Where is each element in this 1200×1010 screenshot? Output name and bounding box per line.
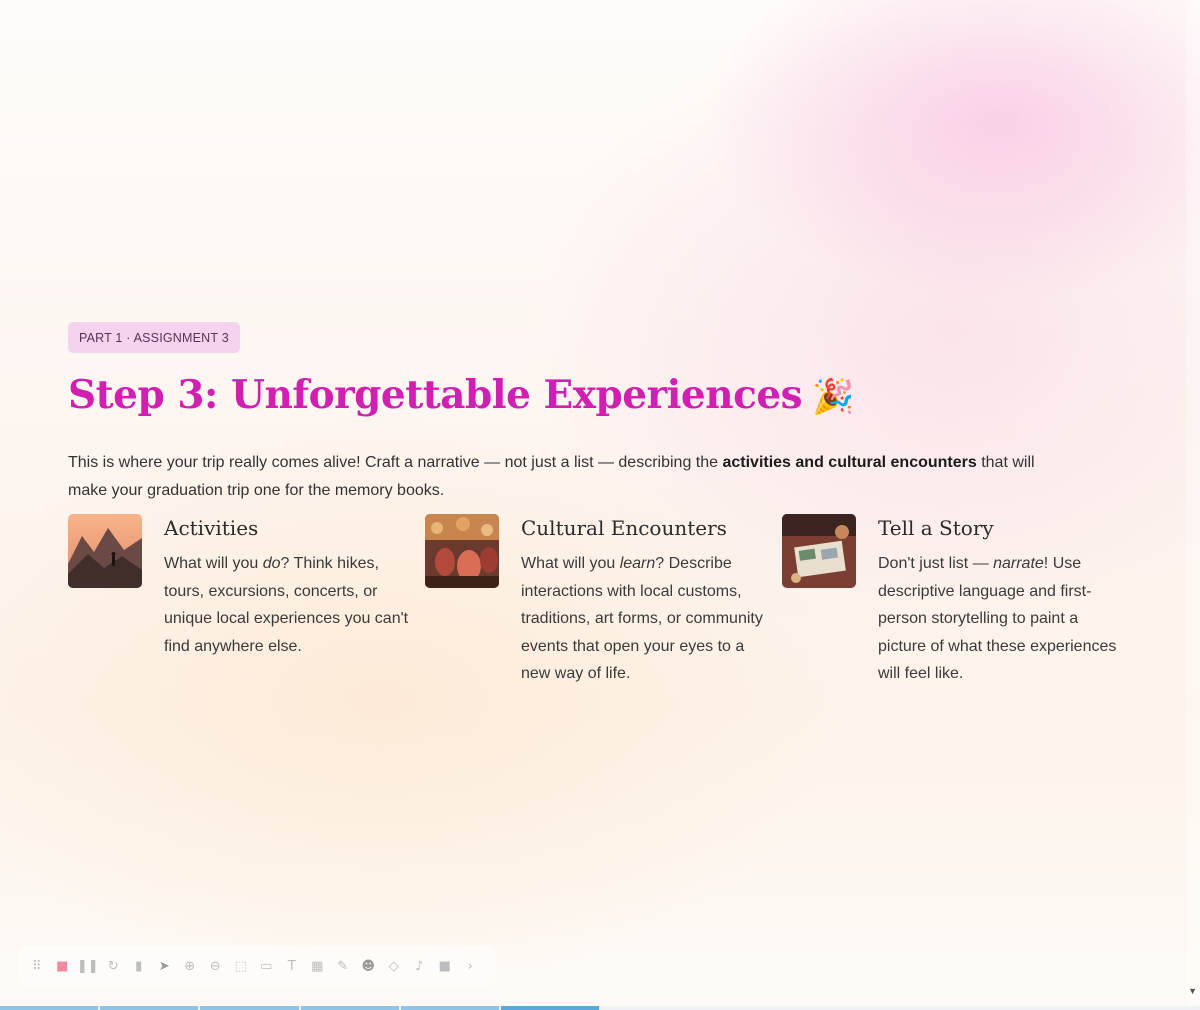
mute-icon[interactable]: ♪ <box>407 953 433 979</box>
pause-icon[interactable]: ❚❚ <box>75 953 101 979</box>
slide-content: PART 1 · ASSIGNMENT 3 Step 3: Unforgetta… <box>68 322 1128 682</box>
slide-progress-bar <box>0 1006 1200 1010</box>
card-title: Cultural Encounters <box>521 516 727 540</box>
card-title: Tell a Story <box>878 516 994 540</box>
assignment-badge: PART 1 · ASSIGNMENT 3 <box>68 322 240 353</box>
body-emphasis: learn <box>619 555 656 572</box>
emoji-icon[interactable]: ☻ <box>356 953 382 979</box>
progress-segment[interactable] <box>400 1006 499 1010</box>
progress-segment[interactable] <box>0 1006 99 1010</box>
body-after: ? Describe interactions with local custo… <box>521 555 763 682</box>
scroll-down-arrow-icon[interactable]: ▼ <box>1188 986 1197 996</box>
grid-icon[interactable]: ▦ <box>305 953 331 979</box>
page-title: Step 3: Unforgettable Experiences 🎉 <box>68 369 1128 423</box>
body-before: What will you <box>521 555 620 572</box>
card-body: What will you do? Think hikes, tours, ex… <box>164 550 410 660</box>
body-before: Don't just list — <box>878 555 994 572</box>
select-icon[interactable]: ⬚ <box>228 953 254 979</box>
progress-segment[interactable] <box>902 1006 1000 1010</box>
presentation-toolbar: ⠿ ■ ❚❚ ↻ ▮ ➤ ⊕ ⊖ ⬚ ▭ T ▦ ✎ ☻ ◇ ♪ ■ › <box>18 946 496 986</box>
drag-handle-icon[interactable]: ⠿ <box>24 953 50 979</box>
progress-segment[interactable] <box>1102 1006 1200 1010</box>
crop-icon[interactable]: ▭ <box>254 953 280 979</box>
progress-segment[interactable] <box>701 1006 799 1010</box>
text-icon[interactable]: T <box>279 953 305 979</box>
progress-segment[interactable] <box>801 1006 899 1010</box>
chevron-icon[interactable]: › <box>458 953 484 979</box>
festival-crowd-photo <box>425 514 499 588</box>
travel-journal-photo <box>782 514 856 588</box>
intro-paragraph: This is where your trip really comes ali… <box>68 449 1078 504</box>
body-after: ! Use descriptive language and first-per… <box>878 555 1117 682</box>
card-body: What will you learn? Describe interactio… <box>521 550 767 688</box>
zoom-out-icon[interactable]: ⊖ <box>203 953 229 979</box>
mountain-hiker-photo <box>68 514 142 588</box>
body-emphasis: narrate <box>993 555 1044 572</box>
card-title: Activities <box>164 516 259 540</box>
zoom-in-icon[interactable]: ⊕ <box>177 953 203 979</box>
delete-icon[interactable]: ▮ <box>126 953 152 979</box>
progress-segment[interactable] <box>1002 1006 1100 1010</box>
pen-icon[interactable]: ✎ <box>330 953 356 979</box>
progress-segment[interactable] <box>100 1006 199 1010</box>
progress-segment[interactable] <box>200 1006 299 1010</box>
progress-segment[interactable] <box>601 1006 699 1010</box>
body-emphasis: do <box>262 555 281 572</box>
card-body: Don't just list — narrate! Use descripti… <box>878 550 1124 688</box>
record-stop-icon[interactable]: ■ <box>50 953 76 979</box>
eraser-icon[interactable]: ◇ <box>381 953 407 979</box>
intro-bold: activities and cultural encounters <box>722 454 977 471</box>
body-before: What will you <box>164 555 263 572</box>
progress-segment[interactable] <box>300 1006 399 1010</box>
party-popper-icon: 🎉 <box>812 377 854 417</box>
title-text: Step 3: Unforgettable Experiences <box>68 372 803 418</box>
intro-before: This is where your trip really comes ali… <box>68 454 723 471</box>
progress-segment[interactable] <box>500 1006 600 1010</box>
camera-icon[interactable]: ■ <box>432 953 458 979</box>
restart-icon[interactable]: ↻ <box>101 953 127 979</box>
vertical-scrollbar[interactable]: ▼ <box>1186 0 1200 1010</box>
page-background <box>0 0 1200 1010</box>
pointer-icon[interactable]: ➤ <box>152 953 178 979</box>
